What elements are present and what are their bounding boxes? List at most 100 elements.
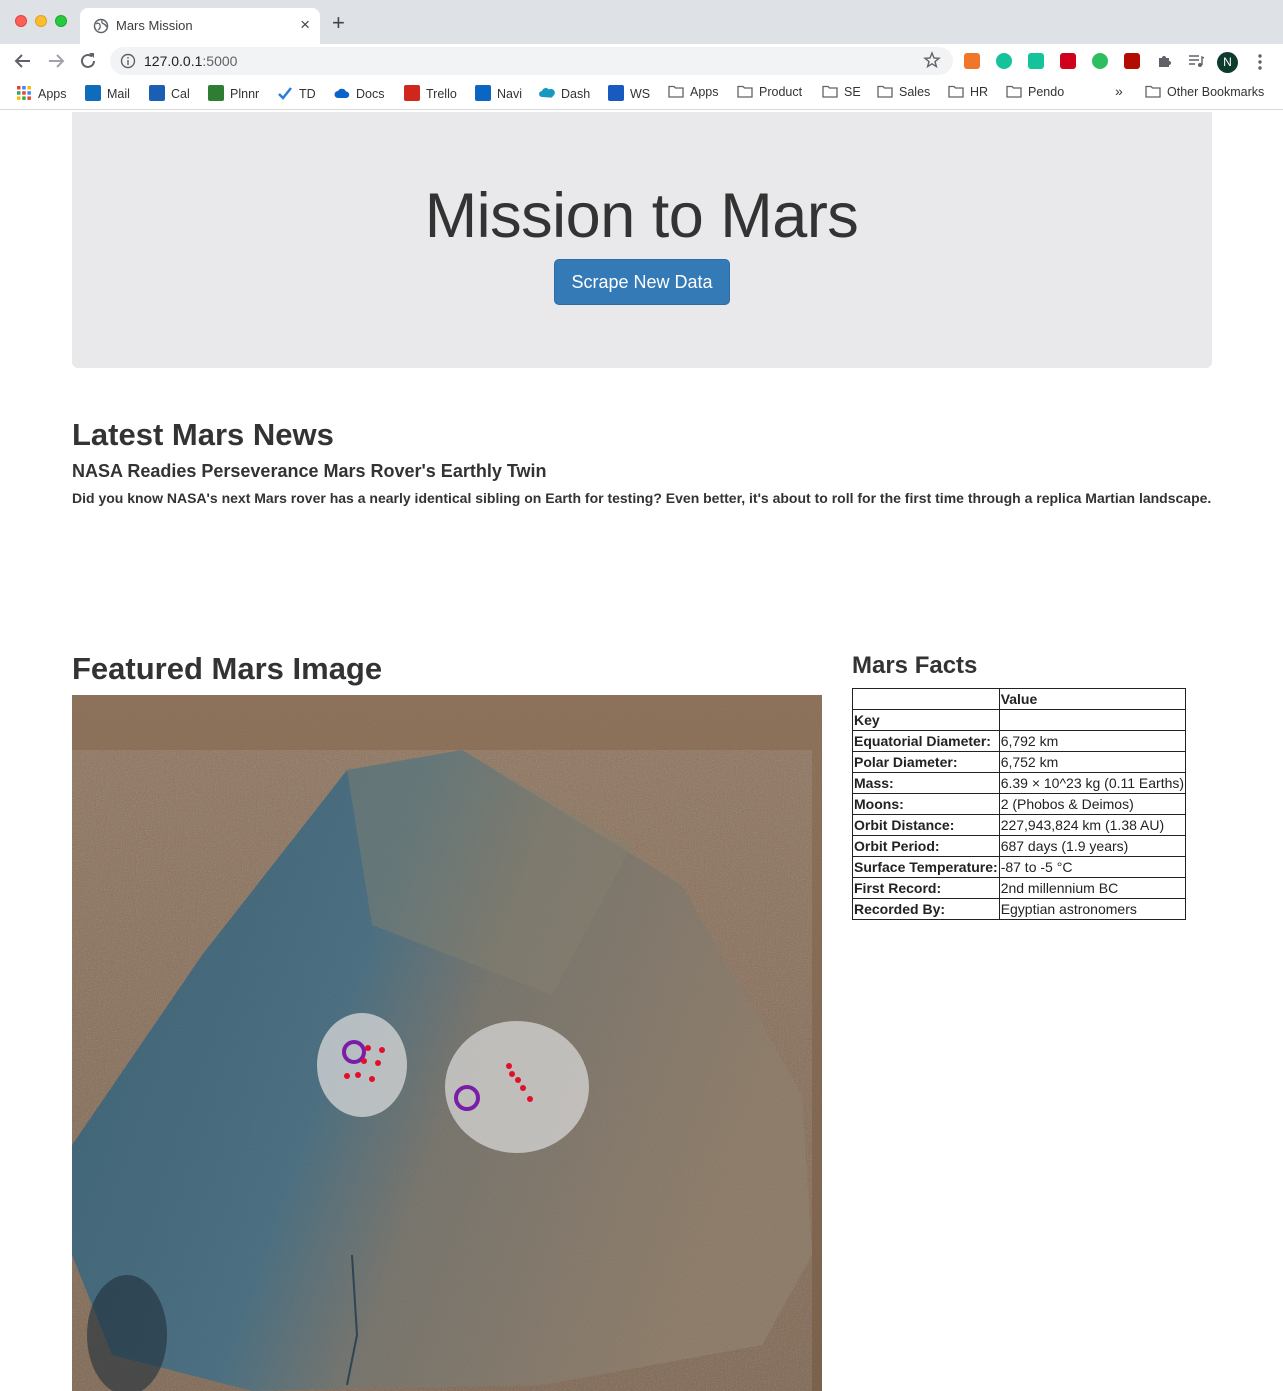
bookmark-folder-sales[interactable]: Sales bbox=[877, 85, 930, 103]
close-tab-icon[interactable]: × bbox=[300, 15, 310, 35]
table-index-row: Key bbox=[852, 709, 1187, 731]
bookmark-ws[interactable]: WS bbox=[608, 85, 650, 103]
table-row: Recorded By: Egyptian astronomers bbox=[852, 898, 1187, 920]
more-menu-icon[interactable] bbox=[1254, 52, 1266, 72]
apps-grid-icon bbox=[17, 86, 31, 100]
fact-value: 2nd millennium BC bbox=[998, 877, 1187, 899]
salesforce-cloud-icon bbox=[539, 87, 555, 98]
outlook-icon bbox=[85, 85, 101, 101]
checkmark-icon bbox=[278, 87, 292, 100]
browser-toolbar: 127.0.0.1:5000 N bbox=[0, 44, 1283, 78]
more-bookmarks-chevron[interactable]: » bbox=[1115, 83, 1123, 101]
bookmark-docs[interactable]: Docs bbox=[334, 85, 384, 103]
fact-key: Mass: bbox=[852, 772, 1000, 794]
tab-strip: Mars Mission × + bbox=[0, 0, 1283, 44]
bookmark-folder-hr[interactable]: HR bbox=[948, 85, 988, 103]
scrape-new-data-button[interactable]: Scrape New Data bbox=[554, 259, 730, 305]
table-row: Surface Temperature: -87 to -5 °C bbox=[852, 856, 1187, 878]
planner-icon bbox=[208, 85, 224, 101]
zoom-window-button[interactable] bbox=[55, 15, 67, 27]
table-row: Polar Diameter: 6,752 km bbox=[852, 751, 1187, 773]
media-queue-icon[interactable] bbox=[1188, 53, 1204, 69]
bookmark-star-icon[interactable] bbox=[923, 51, 941, 69]
fact-key: Orbit Distance: bbox=[852, 814, 1000, 836]
fact-key: Orbit Period: bbox=[852, 835, 1000, 857]
acrobat-icon[interactable] bbox=[1124, 53, 1140, 69]
info-icon[interactable] bbox=[120, 53, 136, 69]
fact-value: Egyptian astronomers bbox=[998, 898, 1187, 920]
table-row: Equatorial Diameter: 6,792 km bbox=[852, 730, 1187, 752]
reload-icon[interactable] bbox=[77, 50, 99, 72]
bookmark-td[interactable]: TD bbox=[277, 85, 316, 103]
news-heading: Latest Mars News bbox=[72, 417, 334, 452]
browser-chrome: Mars Mission × + 127.0.0.1:5000 N Apps M… bbox=[0, 0, 1283, 110]
news-title: NASA Readies Perseverance Mars Rover's E… bbox=[72, 461, 547, 481]
fact-value: 687 days (1.9 years) bbox=[998, 835, 1187, 857]
table-index-label: Key bbox=[852, 709, 1000, 731]
grammarly-icon[interactable] bbox=[996, 53, 1012, 69]
page-title: Mission to Mars bbox=[424, 181, 859, 251]
fact-key: Polar Diameter: bbox=[852, 751, 1000, 773]
news-paragraph: Did you know NASA's next Mars rover has … bbox=[72, 490, 1212, 506]
puzzle-icon[interactable] bbox=[1156, 53, 1172, 69]
tab-mars-mission[interactable]: Mars Mission × bbox=[80, 8, 320, 44]
folder-icon bbox=[877, 85, 893, 98]
fact-value: -87 to -5 °C bbox=[998, 856, 1187, 878]
evernote-icon[interactable] bbox=[1092, 53, 1108, 69]
fact-key: Recorded By: bbox=[852, 898, 1000, 920]
folder-icon bbox=[948, 85, 964, 98]
extension-orange-icon[interactable] bbox=[964, 53, 980, 69]
minimize-window-button[interactable] bbox=[35, 15, 47, 27]
bookmark-dash[interactable]: Dash bbox=[539, 85, 590, 103]
fact-key: First Record: bbox=[852, 877, 1000, 899]
bookmark-trello[interactable]: Trello bbox=[404, 85, 457, 103]
bookmark-navi[interactable]: Navi bbox=[475, 85, 522, 103]
bookmarks-bar: Apps Mail Cal Plnnr TD Docs Trello Navi … bbox=[0, 78, 1283, 110]
address-bar[interactable]: 127.0.0.1:5000 bbox=[110, 47, 953, 75]
bookmark-cal[interactable]: Cal bbox=[149, 85, 190, 103]
folder-icon bbox=[822, 85, 838, 98]
bookmark-plnnr[interactable]: Plnnr bbox=[208, 85, 259, 103]
folder-icon bbox=[668, 85, 684, 98]
grammarly-docs-icon[interactable] bbox=[1028, 53, 1044, 69]
table-row: Orbit Period: 687 days (1.9 years) bbox=[852, 835, 1187, 857]
bookmark-mail[interactable]: Mail bbox=[85, 85, 130, 103]
bookmark-folder-pendo[interactable]: Pendo bbox=[1006, 85, 1064, 103]
fact-key: Equatorial Diameter: bbox=[852, 730, 1000, 752]
featured-mars-image bbox=[72, 695, 822, 1391]
calendar-icon bbox=[149, 85, 165, 101]
table-row: Moons: 2 (Phobos & Deimos) bbox=[852, 793, 1187, 815]
tab-title: Mars Mission bbox=[116, 18, 193, 33]
featured-image-heading: Featured Mars Image bbox=[72, 651, 383, 686]
table-header-cell bbox=[998, 709, 1187, 731]
back-icon[interactable] bbox=[12, 50, 34, 72]
forward-icon[interactable] bbox=[45, 50, 67, 72]
globe-icon bbox=[93, 18, 109, 34]
mars-facts-heading: Mars Facts bbox=[852, 652, 978, 679]
mars-rock-photo bbox=[72, 695, 822, 1391]
table-header-row: Value bbox=[852, 688, 1187, 710]
trello-icon bbox=[404, 85, 420, 101]
cloud-icon bbox=[334, 88, 350, 98]
bookmark-folder-apps[interactable]: Apps bbox=[668, 85, 719, 103]
table-header-cell bbox=[852, 688, 1000, 710]
linkedin-icon bbox=[475, 85, 491, 101]
bookmark-folder-se[interactable]: SE bbox=[822, 85, 861, 103]
profile-avatar[interactable]: N bbox=[1217, 52, 1238, 73]
bookmark-other[interactable]: Other Bookmarks bbox=[1145, 85, 1264, 103]
bookmark-apps[interactable]: Apps bbox=[16, 85, 67, 103]
folder-icon bbox=[1006, 85, 1022, 98]
folder-icon bbox=[1145, 85, 1161, 98]
table-row: First Record: 2nd millennium BC bbox=[852, 877, 1187, 899]
lastpass-icon[interactable] bbox=[1060, 53, 1076, 69]
fact-key: Moons: bbox=[852, 793, 1000, 815]
mars-facts-table: Value Key Equatorial Diameter: 6,792 km P… bbox=[852, 688, 1187, 920]
folder-icon bbox=[737, 85, 753, 98]
bookmark-folder-product[interactable]: Product bbox=[737, 85, 802, 103]
fact-value: 6,752 km bbox=[998, 751, 1187, 773]
word-icon bbox=[608, 85, 624, 101]
new-tab-button[interactable]: + bbox=[332, 12, 345, 34]
close-window-button[interactable] bbox=[15, 15, 27, 27]
fact-value: 6,792 km bbox=[998, 730, 1187, 752]
fact-value: 2 (Phobos & Deimos) bbox=[998, 793, 1187, 815]
